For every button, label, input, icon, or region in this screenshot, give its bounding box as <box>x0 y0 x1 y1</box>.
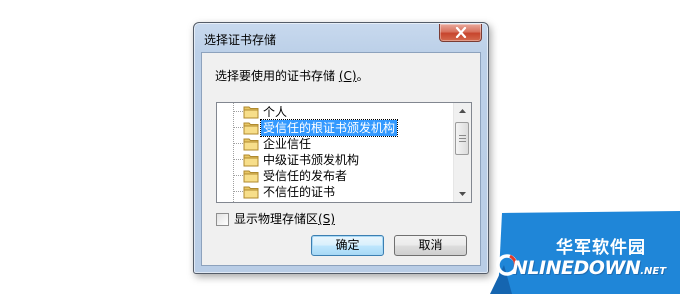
tree-item-trusted-root[interactable]: 受信任的根证书颁发机构 <box>227 119 453 137</box>
ok-button[interactable]: 确定 <box>311 235 384 256</box>
tree-branch <box>233 175 243 176</box>
watermark-cn-text: 华军软件园 <box>556 238 646 258</box>
scrollbar-thumb[interactable] <box>455 122 469 155</box>
tree-branch <box>233 111 243 112</box>
checkbox-label-text: 显示物理存储区 <box>234 212 319 226</box>
dialog-title: 选择证书存储 <box>204 33 277 47</box>
prompt-end: 。 <box>356 69 369 83</box>
watermark-en-text: NLINEDOWN.NET <box>512 257 666 279</box>
vertical-scrollbar[interactable] <box>453 103 471 202</box>
tree-branch <box>233 191 243 192</box>
tree-item-trusted-publishers[interactable]: 受信任的发布者 <box>227 168 453 184</box>
folder-icon <box>243 186 259 199</box>
close-button[interactable] <box>439 24 482 42</box>
folder-icon <box>243 122 259 135</box>
tree-item-personal[interactable]: 个人 <box>227 104 453 120</box>
folder-icon <box>243 154 259 167</box>
tree-item-label: 受信任的根证书颁发机构 <box>259 119 399 137</box>
tree-item-label: 个人 <box>263 105 288 119</box>
folder-icon <box>243 138 259 151</box>
scroll-down-arrow-icon[interactable] <box>454 185 471 202</box>
prompt-text: 选择要使用的证书存储 <box>215 69 339 83</box>
tree-item-untrusted-certificates[interactable]: 不信任的证书 <box>227 184 453 200</box>
folder-icon <box>243 170 259 183</box>
close-icon <box>455 27 467 38</box>
tree-item-label: 中级证书颁发机构 <box>263 153 360 167</box>
thumb-grip <box>459 135 466 136</box>
select-certificate-store-dialog: 选择证书存储 选择要使用的证书存储 (C)。 个人 受信任的根证书颁发机构 企业… <box>193 22 489 274</box>
certificate-store-tree[interactable]: 个人 受信任的根证书颁发机构 企业信任 中级证书颁发机构 受信任的发布者 不信任… <box>216 102 472 203</box>
tree-item-enterprise-trust[interactable]: 企业信任 <box>227 136 453 152</box>
dialog-body: 选择要使用的证书存储 (C)。 个人 受信任的根证书颁发机构 企业信任 中级证书… <box>201 52 481 266</box>
tree-item-intermediate-ca[interactable]: 中级证书颁发机构 <box>227 152 453 168</box>
store-list: 个人 受信任的根证书颁发机构 企业信任 中级证书颁发机构 受信任的发布者 不信任… <box>217 103 455 202</box>
tree-branch <box>233 159 243 160</box>
checkbox-label: 显示物理存储区(S) <box>234 211 335 228</box>
prompt-accelerator: (C) <box>338 69 357 83</box>
checkbox-accelerator: (S) <box>318 212 335 226</box>
folder-icon <box>243 106 259 119</box>
cancel-button[interactable]: 取消 <box>394 235 467 256</box>
onlinedown-watermark: 华军软件园 NLINEDOWN.NET <box>490 207 680 294</box>
tree-item-label: 不信任的证书 <box>263 185 336 199</box>
thumb-grip <box>459 138 466 139</box>
watermark-brand: NLINEDOWN <box>512 257 641 279</box>
title-bar[interactable]: 选择证书存储 <box>194 23 488 51</box>
tree-item-label: 受信任的发布者 <box>263 169 348 183</box>
tree-branch <box>233 127 243 128</box>
show-physical-stores-checkbox[interactable] <box>216 213 229 226</box>
watermark-suffix: .NET <box>640 266 667 277</box>
tree-item-label: 企业信任 <box>263 137 312 151</box>
tree-branch <box>233 143 243 144</box>
thumb-grip <box>459 141 466 142</box>
store-prompt: 选择要使用的证书存储 (C)。 <box>215 67 369 84</box>
scroll-up-arrow-icon[interactable] <box>454 103 471 120</box>
